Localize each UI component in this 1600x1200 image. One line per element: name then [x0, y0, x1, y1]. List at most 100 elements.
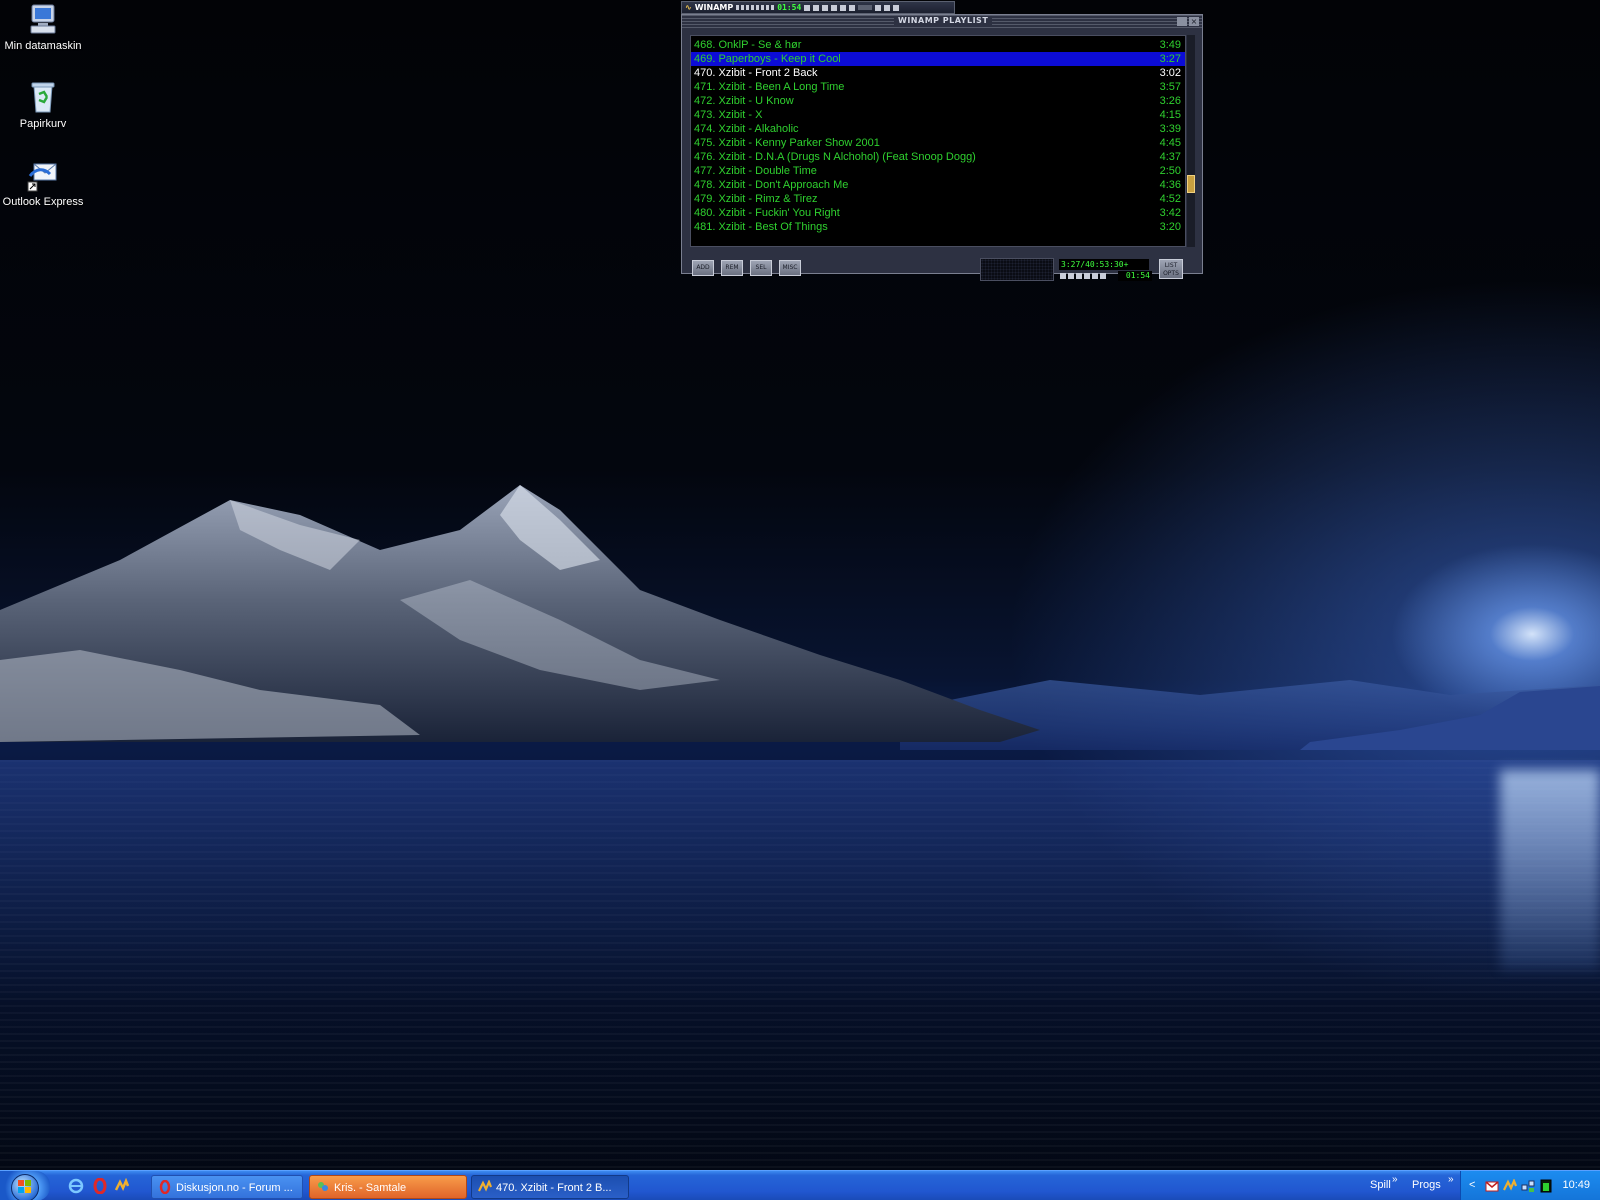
network-icon[interactable] — [1521, 1179, 1535, 1193]
playlist-scrollbar[interactable] — [1187, 35, 1195, 247]
winamp-title: WINAMP — [694, 3, 734, 12]
winamp-tray-icon[interactable] — [1503, 1179, 1517, 1193]
track-duration: 3:26 — [1159, 95, 1181, 107]
stop-button[interactable] — [831, 4, 838, 11]
toolbar-spill-chevron[interactable]: » — [1392, 1174, 1398, 1185]
track-title: 469. Paperboys - Keep it Cool — [694, 53, 841, 65]
track-title: 478. Xzibit - Don't Approach Me — [694, 179, 849, 191]
playlist-add-button[interactable]: ADD — [692, 260, 714, 276]
desktop-icon-label: Min datamaskin — [4, 40, 82, 52]
task-label: Kris. - Samtale — [334, 1182, 407, 1194]
playlist-row[interactable]: 470. Xzibit - Front 2 Back 3:02 — [691, 66, 1185, 80]
winamp-playlist-window[interactable]: WINAMP PLAYLIST × 468. OnklP - Se & hør … — [681, 14, 1203, 281]
eject-button[interactable] — [849, 4, 856, 11]
tray-expand-button[interactable]: < — [1469, 1179, 1475, 1191]
track-duration: 4:36 — [1159, 179, 1181, 191]
opera-icon[interactable] — [92, 1178, 108, 1194]
track-title: 473. Xzibit - X — [694, 109, 763, 121]
taskbar-task-samtale[interactable]: Kris. - Samtale — [309, 1175, 467, 1199]
playlist-row[interactable]: 471. Xzibit - Been A Long Time 3:57 — [691, 80, 1185, 94]
track-duration: 4:15 — [1159, 109, 1181, 121]
recycle-bin-icon — [26, 80, 60, 114]
track-title: 481. Xzibit - Best Of Things — [694, 221, 828, 233]
playlist-row[interactable]: 479. Xzibit - Rimz & Tirez 4:52 — [691, 192, 1185, 206]
track-title: 471. Xzibit - Been A Long Time — [694, 81, 845, 93]
playlist-close-button[interactable]: × — [1189, 17, 1199, 26]
next-button[interactable] — [1092, 273, 1098, 279]
playlist-row[interactable]: 469. Paperboys - Keep it Cool 3:27 — [691, 52, 1185, 66]
next-button[interactable] — [840, 4, 847, 11]
winamp-icon — [478, 1180, 492, 1192]
desktop-icon-outlook-express[interactable]: Outlook Express — [0, 158, 86, 208]
windows-logo-icon — [18, 1180, 31, 1193]
playlist-track-list[interactable]: 468. OnklP - Se & hør 3:49 469. Paperboy… — [690, 35, 1186, 247]
track-title: 477. Xzibit - Double Time — [694, 165, 817, 177]
system-tray: < 10:49 — [1460, 1171, 1600, 1200]
play-button[interactable] — [1068, 273, 1074, 279]
pause-button[interactable] — [1076, 273, 1082, 279]
track-duration: 3:57 — [1159, 81, 1181, 93]
volume-meter-icon[interactable] — [1539, 1179, 1553, 1193]
prev-button[interactable] — [1060, 273, 1066, 279]
playlist-misc-button[interactable]: MISC — [779, 260, 801, 276]
playlist-visualizer — [980, 258, 1054, 281]
task-label: 470. Xzibit - Front 2 B... — [496, 1182, 612, 1194]
playlist-title: WINAMP PLAYLIST — [894, 16, 993, 25]
toolbar-progs-chevron[interactable]: » — [1448, 1174, 1454, 1185]
stop-button[interactable] — [1084, 273, 1090, 279]
start-button[interactable] — [0, 1171, 50, 1200]
desktop-icon-recycle-bin[interactable]: Papirkurv — [0, 80, 86, 130]
playlist-row[interactable]: 473. Xzibit - X 4:15 — [691, 108, 1185, 122]
shade-button[interactable] — [884, 4, 891, 11]
wallpaper-mountains — [0, 485, 1600, 750]
moon-reflection — [1500, 770, 1600, 970]
playlist-row[interactable]: 472. Xzibit - U Know 3:26 — [691, 94, 1185, 108]
playlist-remove-button[interactable]: REM — [721, 260, 743, 276]
computer-icon — [26, 2, 60, 36]
playlist-row[interactable]: 478. Xzibit - Don't Approach Me 4:36 — [691, 178, 1185, 192]
playlist-shade-button[interactable] — [1177, 17, 1187, 26]
gmail-notifier-icon[interactable] — [1485, 1179, 1499, 1193]
pause-button[interactable] — [822, 4, 829, 11]
play-button[interactable] — [813, 4, 820, 11]
playlist-transport-controls — [1060, 273, 1106, 279]
playlist-row[interactable]: 477. Xzibit - Double Time 2:50 — [691, 164, 1185, 178]
track-title: 480. Xzibit - Fuckin' You Right — [694, 207, 840, 219]
playlist-list-options-button[interactable]: LIST OPTS — [1159, 259, 1183, 279]
playlist-row[interactable]: 475. Xzibit - Kenny Parker Show 2001 4:4… — [691, 136, 1185, 150]
wallpaper-water — [0, 760, 1600, 1170]
playlist-scroll-thumb[interactable] — [1187, 175, 1195, 193]
playlist-elapsed-time: 01:54 — [1118, 271, 1152, 281]
playlist-row[interactable]: 480. Xzibit - Fuckin' You Right 3:42 — [691, 206, 1185, 220]
desktop-icon-my-computer[interactable]: Min datamaskin — [0, 2, 86, 52]
playlist-bottom-bar: ADD REM SEL MISC 3:27/40:53:30+ 01:54 LI… — [682, 253, 1202, 281]
winamp-main-time: 01:54 — [777, 3, 802, 12]
eject-button[interactable] — [1100, 273, 1106, 279]
track-duration: 3:39 — [1159, 123, 1181, 135]
track-title: 472. Xzibit - U Know — [694, 95, 794, 107]
prev-button[interactable] — [804, 4, 811, 11]
internet-explorer-icon[interactable] — [68, 1178, 84, 1194]
playlist-titlebar[interactable]: WINAMP PLAYLIST × — [682, 15, 1202, 28]
playlist-row[interactable]: 476. Xzibit - D.N.A (Drugs N Alchohol) (… — [691, 150, 1185, 164]
toolbar-spill[interactable]: Spill — [1370, 1179, 1391, 1191]
opera-icon — [159, 1180, 171, 1194]
playlist-row[interactable]: 474. Xzibit - Alkaholic 3:39 — [691, 122, 1185, 136]
winamp-main-window[interactable]: ∿ WINAMP 01:54 — [681, 1, 955, 14]
seek-bar[interactable] — [858, 5, 873, 10]
playlist-select-button[interactable]: SEL — [750, 260, 772, 276]
winamp-icon[interactable] — [114, 1178, 130, 1194]
minimize-button[interactable] — [875, 4, 882, 11]
taskbar-clock: 10:49 — [1562, 1179, 1590, 1191]
messenger-icon — [318, 1182, 328, 1191]
toolbar-progs[interactable]: Progs — [1412, 1179, 1441, 1191]
taskbar-task-diskusjon[interactable]: Diskusjon.no - Forum ... — [151, 1175, 303, 1199]
playlist-row[interactable]: 481. Xzibit - Best Of Things 3:20 — [691, 220, 1185, 234]
track-title: 479. Xzibit - Rimz & Tirez — [694, 193, 818, 205]
track-title: 475. Xzibit - Kenny Parker Show 2001 — [694, 137, 880, 149]
close-button[interactable] — [893, 4, 900, 11]
track-duration: 3:20 — [1159, 221, 1181, 233]
track-duration: 3:49 — [1159, 39, 1181, 51]
playlist-row[interactable]: 468. OnklP - Se & hør 3:49 — [691, 38, 1185, 52]
taskbar-task-winamp[interactable]: 470. Xzibit - Front 2 B... — [471, 1175, 629, 1199]
